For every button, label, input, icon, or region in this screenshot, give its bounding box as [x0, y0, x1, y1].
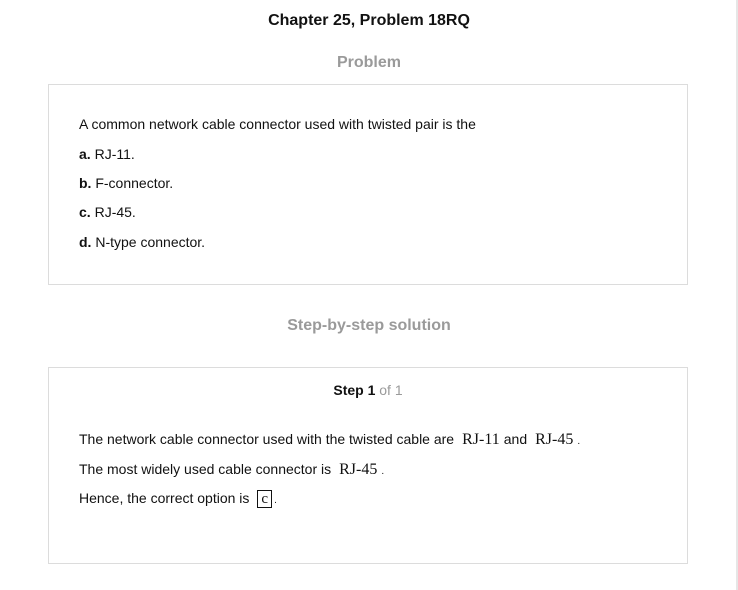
solution-line-2-period: . [381, 466, 385, 477]
option-a: a. RJ-11. [79, 146, 135, 162]
option-d: d. N-type connector. [79, 234, 205, 250]
problem-question: A common network cable connector used wi… [79, 116, 476, 132]
step-count: of 1 [379, 382, 403, 398]
option-c-letter: c. [79, 204, 91, 220]
option-d-letter: d. [79, 234, 92, 250]
solution-heading: Step-by-step solution [287, 317, 451, 334]
solution-box: Step 1 of 1 The network cable connector … [48, 367, 688, 564]
option-b: b. F-connector. [79, 175, 173, 191]
option-c-text: RJ-45. [94, 204, 136, 220]
option-c: c. RJ-45. [79, 204, 136, 220]
solution-line-2: The most widely used cable connector is R… [79, 461, 384, 479]
solution-line-1-text: The network cable connector used with th… [79, 431, 455, 447]
page-title: Chapter 25, Problem 18RQ [268, 12, 470, 29]
solution-line-1: The network cable connector used with th… [79, 431, 580, 449]
solution-line-1-period: . [577, 436, 581, 447]
problem-box: A common network cable connector used wi… [48, 84, 688, 285]
math-term-rj45-answer: RJ-45 [339, 461, 378, 478]
math-term-rj11: RJ-11 [462, 431, 500, 448]
option-a-letter: a. [79, 146, 91, 162]
option-d-text: N-type connector. [95, 234, 206, 250]
option-b-letter: b. [79, 175, 92, 191]
solution-line-3-text: Hence, the correct option is [79, 490, 250, 506]
solution-line-2-text: The most widely used cable connector is [79, 461, 332, 477]
option-b-text: F-connector. [95, 175, 174, 191]
solution-line-3-period: . [274, 495, 277, 506]
step-title: Step 1 of 1 [49, 382, 687, 398]
option-a-text: RJ-11. [94, 146, 135, 162]
math-term-rj45: RJ-45 [535, 431, 574, 448]
step-label: Step 1 [333, 382, 376, 398]
solution-line-1-joiner: and [503, 431, 528, 447]
solution-line-3: Hence, the correct option is c. [79, 490, 277, 508]
problem-heading: Problem [336, 54, 401, 71]
boxed-answer: c [257, 490, 273, 508]
